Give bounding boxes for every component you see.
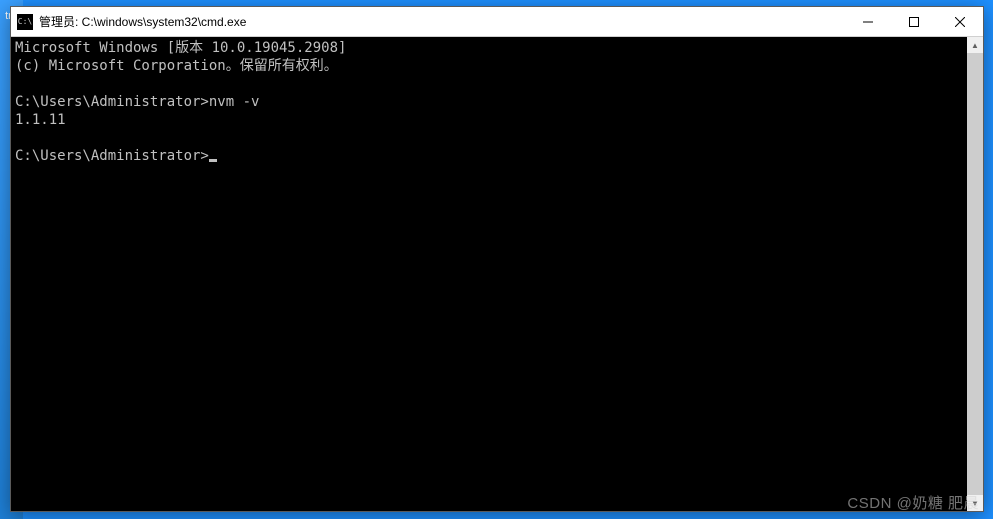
terminal-output[interactable]: Microsoft Windows [版本 10.0.19045.2908] (… — [11, 37, 967, 511]
minimize-button[interactable] — [845, 7, 891, 36]
prompt-path: C:\Users\Administrator> — [15, 148, 209, 164]
scroll-up-button[interactable]: ▲ — [967, 37, 983, 53]
scrollbar-thumb[interactable] — [967, 53, 983, 495]
command-output: 1.1.11 — [15, 112, 66, 128]
window-controls — [845, 7, 983, 36]
maximize-button[interactable] — [891, 7, 937, 36]
scroll-down-button[interactable]: ▼ — [967, 495, 983, 511]
vertical-scrollbar[interactable]: ▲ ▼ — [967, 37, 983, 511]
cursor — [209, 159, 217, 162]
terminal-area: Microsoft Windows [版本 10.0.19045.2908] (… — [11, 37, 983, 511]
titlebar[interactable]: C:\ 管理员: C:\windows\system32\cmd.exe — [11, 7, 983, 37]
prompt-path: C:\Users\Administrator> — [15, 94, 209, 110]
cmd-window: C:\ 管理员: C:\windows\system32\cmd.exe Mic… — [10, 6, 984, 512]
close-button[interactable] — [937, 7, 983, 36]
banner-line-1: Microsoft Windows [版本 10.0.19045.2908] — [15, 40, 346, 56]
banner-line-2: (c) Microsoft Corporation。保留所有权利。 — [15, 58, 338, 74]
cmd-icon: C:\ — [17, 14, 33, 30]
window-title: 管理员: C:\windows\system32\cmd.exe — [39, 13, 845, 30]
cmd-icon-glyph: C:\ — [18, 17, 32, 26]
scrollbar-track[interactable] — [967, 53, 983, 495]
command-text: nvm -v — [209, 94, 260, 110]
